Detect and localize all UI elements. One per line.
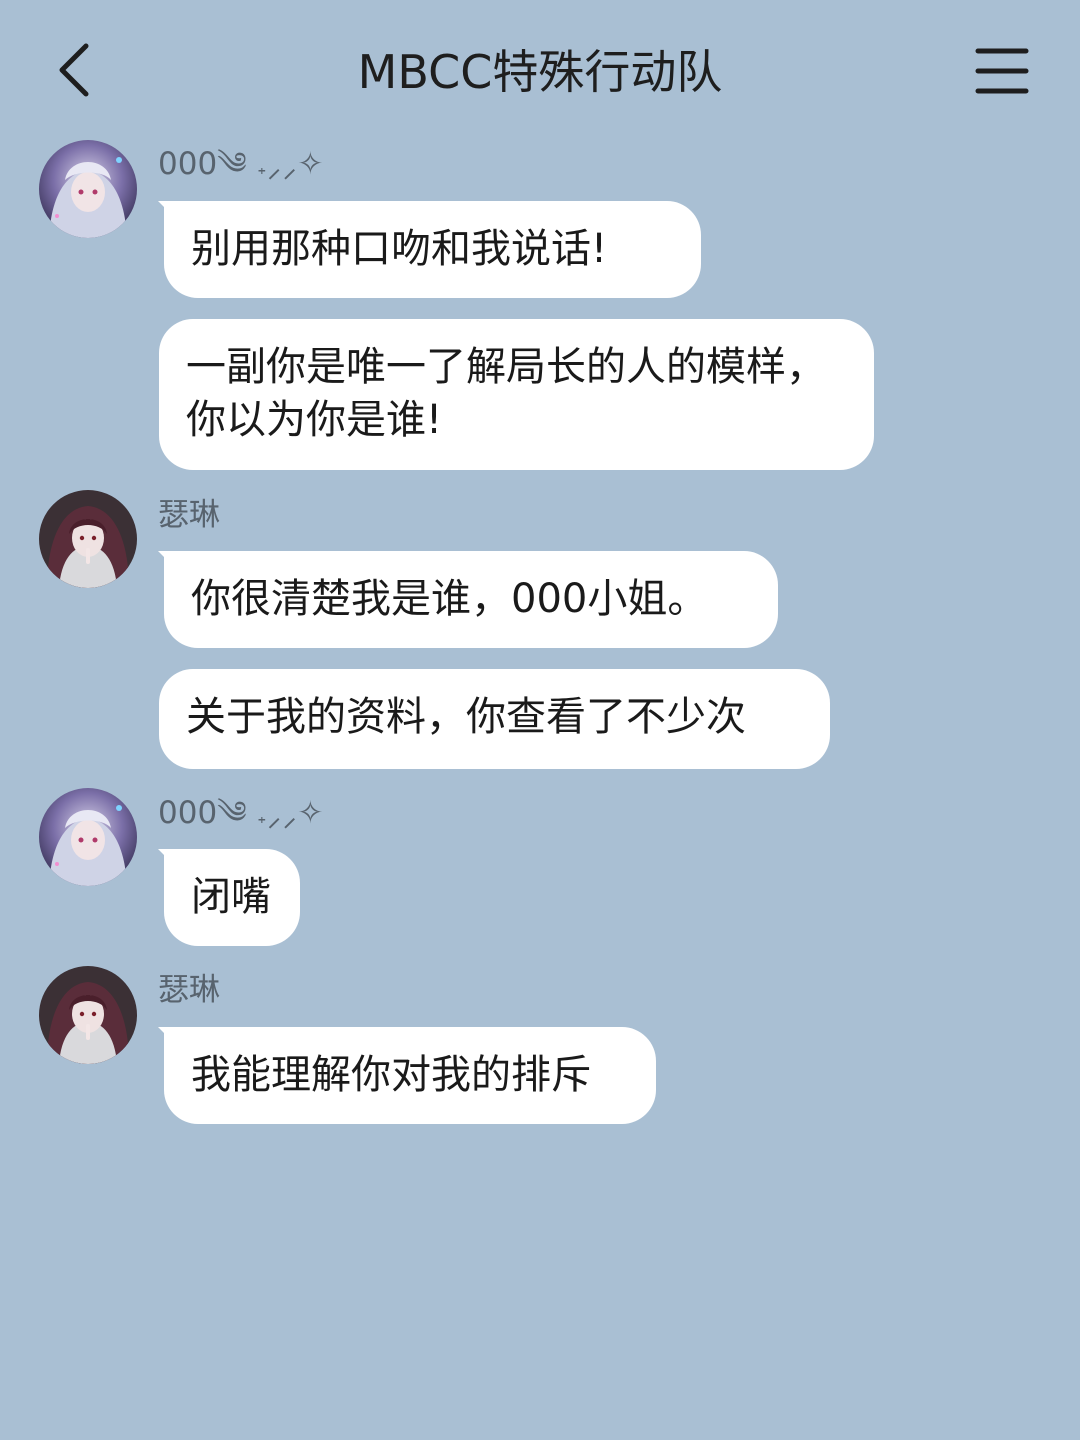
avatar-selene[interactable] <box>39 490 137 588</box>
back-button[interactable] <box>48 36 108 104</box>
avatar-000[interactable] <box>39 788 137 886</box>
message-text: 别用那种口吻和我说话! <box>191 226 608 272</box>
menu-button[interactable] <box>968 40 1034 100</box>
sender-name: 000༄ 𝅄⸝⸝✧ <box>158 795 324 831</box>
sender-name: 瑟琳 <box>158 972 220 1008</box>
message-text: 关于我的资料，你查看了不少次 <box>186 694 746 740</box>
chevron-left-icon <box>59 43 89 97</box>
hamburger-menu-icon <box>975 48 1029 94</box>
message-text: 我能理解你对我的排斥 <box>191 1052 591 1098</box>
chat-title: MBCC特殊行动队 <box>357 45 723 99</box>
message-text: 闭嘴 <box>191 874 271 920</box>
message-bubble[interactable]: 别用那种口吻和我说话! <box>164 201 701 298</box>
avatar-selene[interactable] <box>39 966 137 1064</box>
sender-name: 瑟琳 <box>158 497 220 533</box>
message-bubble[interactable]: 闭嘴 <box>164 849 300 946</box>
message-bubble[interactable]: 一副你是唯一了解局长的人的模样，你以为你是谁! <box>159 319 874 470</box>
message-bubble[interactable]: 我能理解你对我的排斥 <box>164 1027 656 1124</box>
message-text: 你很清楚我是谁，000小姐。 <box>191 576 708 622</box>
message-bubble[interactable]: 你很清楚我是谁，000小姐。 <box>164 551 778 648</box>
message-text: 一副你是唯一了解局长的人的模样，你以为你是谁! <box>186 344 826 443</box>
sender-name: 000༄ 𝅄⸝⸝✧ <box>158 146 324 182</box>
chat-header: MBCC特殊行动队 <box>0 0 1080 140</box>
message-bubble[interactable]: 关于我的资料，你查看了不少次 <box>159 669 830 769</box>
avatar-000[interactable] <box>39 140 137 238</box>
